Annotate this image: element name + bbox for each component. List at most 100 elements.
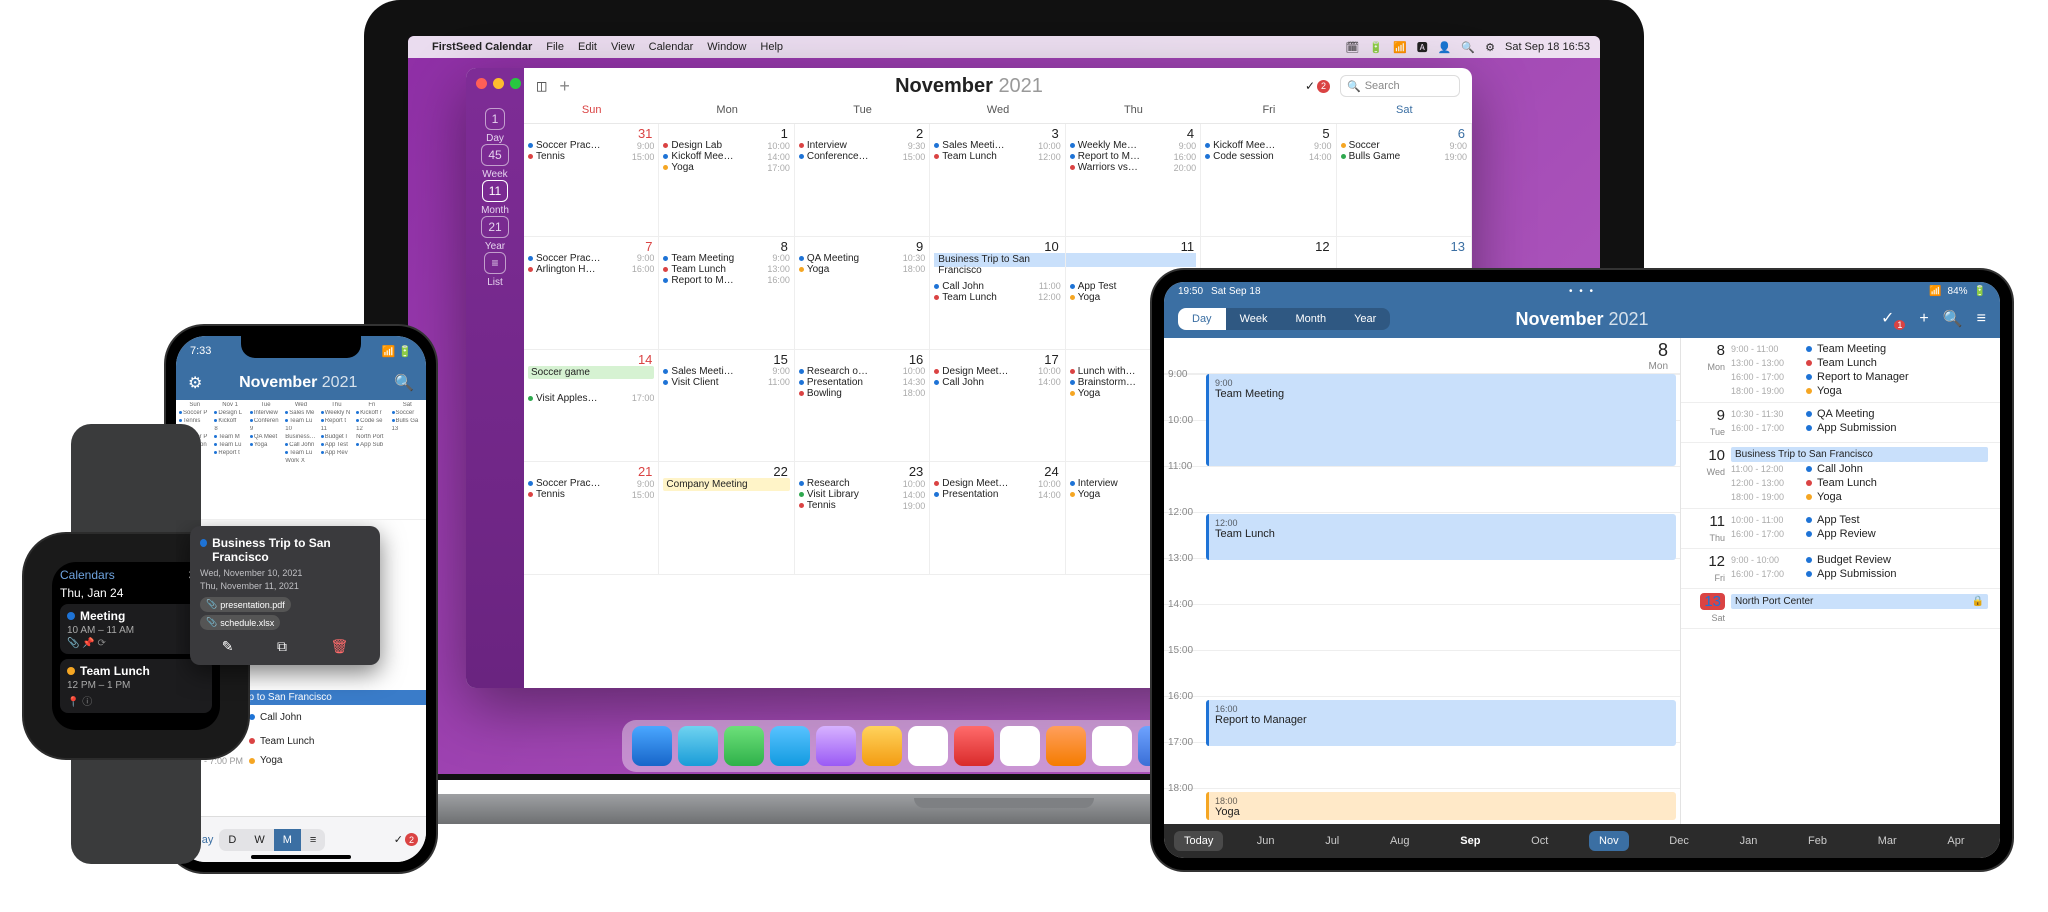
allday-span-event[interactable]: Business Trip to San Francisco bbox=[934, 253, 1065, 267]
sidebar-view-day[interactable]: 1Day bbox=[481, 108, 509, 144]
month-scrubber-item[interactable]: Feb bbox=[1798, 831, 1837, 851]
iphone-home-indicator[interactable] bbox=[251, 855, 351, 859]
ipad-today-button[interactable]: Today bbox=[1174, 831, 1223, 851]
event-row[interactable]: Sales Meeti…10:00 bbox=[934, 140, 1060, 151]
mini-cell[interactable] bbox=[391, 458, 424, 464]
dock-reminders[interactable] bbox=[1000, 726, 1040, 766]
dock-calendar[interactable] bbox=[908, 726, 948, 766]
calendar-cell[interactable]: 14Soccer gameVisit Apples…17:00 bbox=[524, 350, 659, 463]
calendar-cell[interactable]: 23Research10:00Visit Library14:00Tennis1… bbox=[795, 462, 930, 575]
event-row[interactable]: Design Meet…10:00 bbox=[934, 366, 1060, 377]
dock-podcasts[interactable] bbox=[816, 726, 856, 766]
agenda-allday-event[interactable]: North Port Center 🔒 bbox=[1731, 594, 1988, 609]
mini-cell[interactable]: Interview bbox=[249, 410, 282, 416]
mini-cell[interactable]: Sales Me bbox=[284, 410, 317, 416]
ipad-reminders-icon[interactable]: ✓1 bbox=[1881, 308, 1905, 329]
calendar-cell[interactable]: 10Business Trip to San FranciscoCall Joh… bbox=[930, 237, 1065, 350]
mini-cell[interactable]: Business Trip to San bbox=[284, 434, 317, 440]
agenda-event-row[interactable]: 13:00 - 13:00Team Lunch bbox=[1731, 356, 1988, 370]
mini-cell[interactable]: App Test bbox=[320, 442, 353, 448]
event-row[interactable]: Presentation14:30 bbox=[799, 377, 925, 388]
calendar-cell[interactable]: 31Soccer Prac…9:00Tennis15:00 bbox=[524, 124, 659, 237]
menu-calendar[interactable]: Calendar bbox=[649, 41, 694, 53]
event-row[interactable]: Team Lunch13:00 bbox=[663, 264, 789, 275]
mini-cell[interactable]: Code se bbox=[355, 418, 388, 424]
mini-cell[interactable] bbox=[249, 450, 282, 456]
mini-cell[interactable]: 11 bbox=[320, 426, 353, 432]
dock-numbers[interactable] bbox=[1092, 726, 1132, 766]
event-row[interactable]: Code session14:00 bbox=[1205, 151, 1331, 162]
menubar-clock[interactable]: Sat Sep 18 16:53 bbox=[1505, 41, 1590, 53]
agenda-allday-event[interactable]: Business Trip to San Francisco bbox=[1731, 447, 1988, 462]
agenda-event-row[interactable]: 16:00 - 17:00App Review bbox=[1731, 527, 1988, 541]
mini-cell[interactable]: Team M bbox=[213, 434, 246, 440]
event-row[interactable]: Visit Client11:00 bbox=[663, 377, 789, 388]
calendar-cell[interactable]: 7Soccer Prac…9:00Arlington H…16:00 bbox=[524, 237, 659, 350]
segment-w[interactable]: W bbox=[245, 829, 273, 851]
mini-cell[interactable]: Soccer bbox=[391, 410, 424, 416]
mini-cell[interactable]: North Port bbox=[355, 434, 388, 440]
event-row[interactable]: Tennis19:00 bbox=[799, 500, 925, 511]
menubar-user-icon[interactable]: 👤 bbox=[1438, 41, 1452, 54]
calendar-cell[interactable]: 15Sales Meeti…9:00Visit Client11:00 bbox=[659, 350, 794, 463]
calendar-cell[interactable]: 4Weekly Me…9:00Report to M…16:00Warriors… bbox=[1066, 124, 1201, 237]
event-row[interactable]: Yoga18:00 bbox=[799, 264, 925, 275]
mini-cell[interactable]: Kickoff r bbox=[355, 410, 388, 416]
mini-cell[interactable]: App Rev bbox=[320, 450, 353, 456]
menu-file[interactable]: File bbox=[546, 41, 564, 53]
sidebar-toggle-icon[interactable]: ◫ bbox=[536, 79, 547, 93]
mini-cell[interactable]: Fri bbox=[355, 402, 388, 408]
event-row[interactable]: Weekly Me…9:00 bbox=[1070, 140, 1196, 151]
dock-finder[interactable] bbox=[632, 726, 672, 766]
mini-cell[interactable]: QA Meet bbox=[249, 434, 282, 440]
month-scrubber-item[interactable]: Mar bbox=[1868, 831, 1907, 851]
month-scrubber-item[interactable]: Aug bbox=[1380, 831, 1420, 851]
menubar-calendar-icon[interactable]: 🗓 bbox=[1345, 41, 1359, 54]
day-event-block[interactable]: 12:00Team Lunch bbox=[1206, 514, 1676, 560]
agenda-day-row[interactable]: 12Fri9:00 - 10:00Budget Review16:00 - 17… bbox=[1681, 549, 2000, 589]
mini-cell[interactable]: Report t bbox=[213, 450, 246, 456]
iphone-view-segments[interactable]: D W M ≡ bbox=[219, 829, 325, 851]
mini-cell[interactable]: Weekly N bbox=[320, 410, 353, 416]
event-row[interactable]: Sales Meeti…9:00 bbox=[663, 366, 789, 377]
event-row[interactable]: Yoga17:00 bbox=[663, 162, 789, 173]
mini-cell[interactable]: Report t bbox=[320, 418, 353, 424]
event-row[interactable]: Team Meeting9:00 bbox=[663, 253, 789, 264]
mini-cell[interactable]: Tennis bbox=[178, 418, 211, 424]
mini-cell[interactable]: 13 bbox=[391, 426, 424, 432]
mini-cell[interactable] bbox=[391, 442, 424, 448]
event-row[interactable]: Warriors vs…20:00 bbox=[1070, 162, 1196, 173]
allday-span-event[interactable] bbox=[1066, 253, 1196, 267]
agenda-event-row[interactable]: 18:00 - 19:00Yoga bbox=[1731, 490, 1988, 504]
event-row[interactable]: Design Meet…10:00 bbox=[934, 478, 1060, 489]
attachment-chip[interactable]: 📎 presentation.pdf bbox=[200, 597, 291, 612]
agenda-event-row[interactable]: 16:00 - 17:00App Submission bbox=[1731, 421, 1988, 435]
month-scrubber-item[interactable]: Nov bbox=[1589, 831, 1629, 851]
event-row[interactable]: Bulls Game19:00 bbox=[1341, 151, 1467, 162]
sidebar-view-year[interactable]: 21Year bbox=[481, 216, 509, 252]
agenda-day-row[interactable]: 8Mon9:00 - 11:00Team Meeting13:00 - 13:0… bbox=[1681, 338, 2000, 403]
agenda-event-row[interactable]: 10:00 - 11:00App Test bbox=[1731, 513, 1988, 527]
event-row[interactable]: QA Meeting10:30 bbox=[799, 253, 925, 264]
mini-cell[interactable]: Sun bbox=[178, 402, 211, 408]
calendar-cell[interactable]: 22Company Meeting bbox=[659, 462, 794, 575]
month-scrubber-item[interactable]: Oct bbox=[1521, 831, 1558, 851]
ipad-menu-icon[interactable]: ≡ bbox=[1977, 310, 1986, 328]
mini-cell[interactable]: 12 bbox=[355, 426, 388, 432]
segment-day[interactable]: Day bbox=[1178, 308, 1226, 330]
add-event-icon[interactable]: + bbox=[559, 76, 570, 97]
sidebar-view-month[interactable]: 11Month bbox=[481, 180, 509, 216]
menubar-app-name[interactable]: FirstSeed Calendar bbox=[432, 41, 532, 53]
mini-cell[interactable]: Team Lu bbox=[213, 442, 246, 448]
agenda-event-row[interactable]: 16:00 - 17:00App Submission bbox=[1731, 567, 1988, 581]
calendar-cell[interactable]: 17Design Meet…10:00Call John14:00 bbox=[930, 350, 1065, 463]
mini-cell[interactable]: Thu bbox=[320, 402, 353, 408]
event-row[interactable]: Soccer Prac…9:00 bbox=[528, 140, 654, 151]
calendar-cell[interactable]: 2Interview9:30Conference…15:00 bbox=[795, 124, 930, 237]
dock-tips[interactable] bbox=[862, 726, 902, 766]
watch-event-card[interactable]: Team Lunch12 PM – 1 PM📍 ⓘ bbox=[60, 659, 212, 713]
mini-cell[interactable]: 9 bbox=[249, 426, 282, 432]
menubar-control-center-icon[interactable]: ⚙ bbox=[1485, 41, 1495, 54]
dock-safari[interactable] bbox=[678, 726, 718, 766]
event-row[interactable]: Kickoff Mee…14:00 bbox=[663, 151, 789, 162]
